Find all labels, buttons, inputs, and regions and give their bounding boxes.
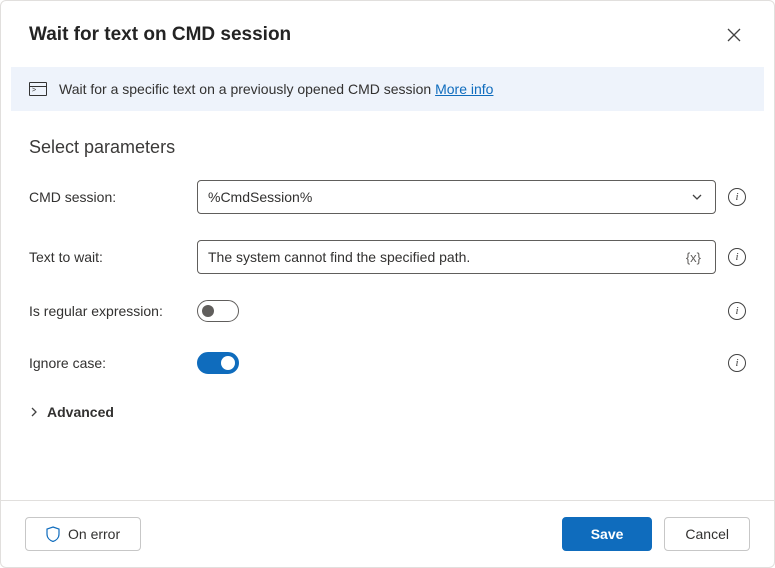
- dialog-footer: On error Save Cancel: [1, 500, 774, 567]
- cmd-session-value: %CmdSession%: [208, 189, 689, 205]
- row-is-regex: Is regular expression: i: [29, 300, 746, 322]
- chevron-right-icon: [29, 407, 39, 417]
- advanced-expander[interactable]: Advanced: [29, 404, 746, 420]
- info-icon-cmd-session[interactable]: i: [728, 188, 746, 206]
- chevron-down-icon: [689, 189, 705, 205]
- content-area: Select parameters CMD session: %CmdSessi…: [1, 111, 774, 500]
- on-error-button[interactable]: On error: [25, 517, 141, 551]
- info-icon-ignore-case[interactable]: i: [728, 354, 746, 372]
- info-bar-desc: Wait for a specific text on a previously…: [59, 81, 431, 97]
- cmd-icon: [29, 82, 47, 96]
- save-label: Save: [591, 526, 624, 542]
- more-info-link[interactable]: More info: [435, 81, 493, 97]
- text-to-wait-input[interactable]: The system cannot find the specified pat…: [197, 240, 716, 274]
- close-icon: [727, 28, 741, 42]
- ignore-case-toggle[interactable]: [197, 352, 239, 374]
- info-icon-text-to-wait[interactable]: i: [728, 248, 746, 266]
- info-bar: Wait for a specific text on a previously…: [11, 67, 764, 111]
- row-ignore-case: Ignore case: i: [29, 352, 746, 374]
- cancel-button[interactable]: Cancel: [664, 517, 750, 551]
- section-title: Select parameters: [29, 137, 746, 158]
- label-cmd-session: CMD session:: [29, 189, 197, 205]
- is-regex-toggle[interactable]: [197, 300, 239, 322]
- save-button[interactable]: Save: [562, 517, 653, 551]
- dialog-header: Wait for text on CMD session: [1, 1, 774, 67]
- cancel-label: Cancel: [685, 526, 729, 542]
- on-error-label: On error: [68, 526, 120, 542]
- variable-picker-icon[interactable]: {x}: [682, 250, 705, 265]
- cmd-session-dropdown[interactable]: %CmdSession%: [197, 180, 716, 214]
- close-button[interactable]: [718, 19, 750, 51]
- info-icon-is-regex[interactable]: i: [728, 302, 746, 320]
- label-ignore-case: Ignore case:: [29, 355, 197, 371]
- row-text-to-wait: Text to wait: The system cannot find the…: [29, 240, 746, 274]
- row-cmd-session: CMD session: %CmdSession% i: [29, 180, 746, 214]
- dialog-title: Wait for text on CMD session: [29, 24, 291, 46]
- label-text-to-wait: Text to wait:: [29, 249, 197, 265]
- info-bar-text: Wait for a specific text on a previously…: [59, 81, 493, 97]
- shield-icon: [46, 526, 60, 542]
- advanced-label: Advanced: [47, 404, 114, 420]
- label-is-regex: Is regular expression:: [29, 303, 197, 319]
- text-to-wait-value: The system cannot find the specified pat…: [208, 249, 682, 265]
